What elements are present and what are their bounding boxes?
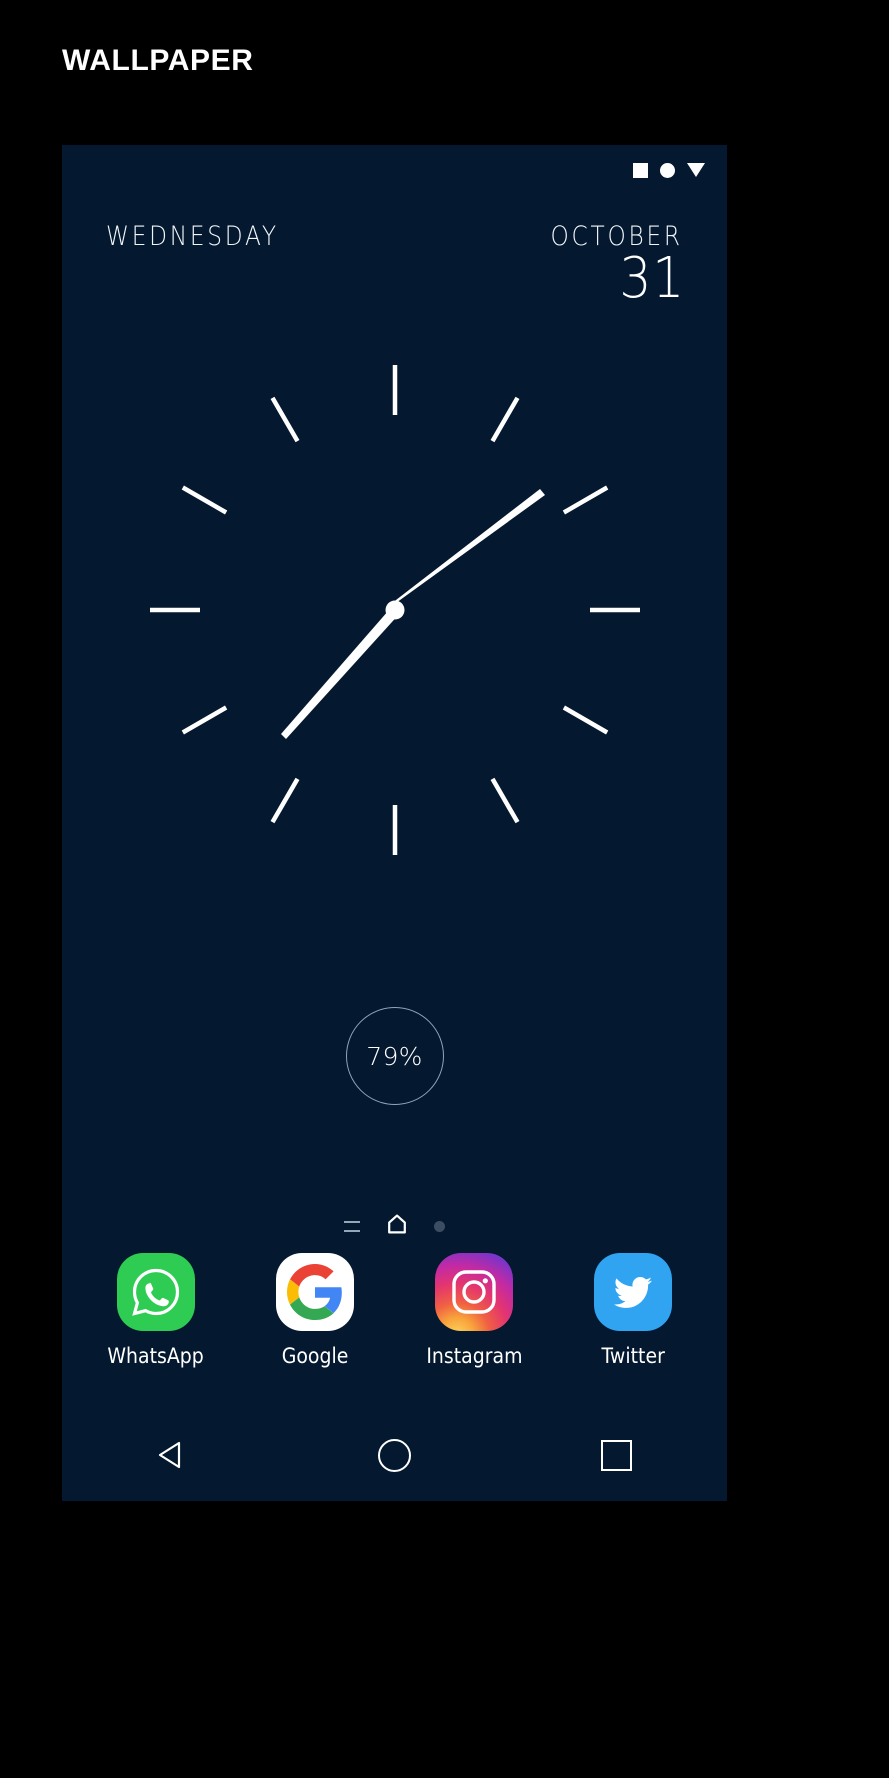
recents-button[interactable] (570, 1425, 662, 1485)
day-number: 31 (619, 246, 685, 311)
home-icon[interactable] (386, 1213, 408, 1240)
status-bar (633, 159, 705, 181)
lines-icon[interactable] (344, 1221, 360, 1232)
minute-hand (388, 489, 545, 608)
dock-app-twitter[interactable]: Twitter (569, 1253, 697, 1368)
clock-tick (270, 777, 299, 824)
page-title: WALLPAPER (62, 44, 254, 77)
dock: WhatsApp Google Instagram Twitter (62, 1253, 727, 1368)
phone-screen-preview: WEDNESDAY OCTOBER 31 79% WhatsApp Google… (62, 145, 727, 1501)
twitter-icon[interactable] (594, 1253, 673, 1331)
circle-icon (377, 1438, 411, 1472)
clock-tick (490, 396, 519, 443)
whatsapp-icon[interactable] (116, 1253, 195, 1331)
analog-clock-widget[interactable] (135, 350, 655, 870)
weekday-label: WEDNESDAY (106, 221, 279, 252)
dock-app-instagram[interactable]: Instagram (410, 1253, 538, 1368)
date-widget[interactable]: WEDNESDAY OCTOBER 31 (62, 213, 727, 343)
instagram-icon[interactable] (435, 1253, 514, 1331)
battery-percent-widget[interactable]: 79% (345, 1007, 444, 1105)
clock-tick (270, 396, 299, 443)
dock-app-whatsapp[interactable]: WhatsApp (92, 1253, 220, 1368)
square-icon (633, 162, 648, 178)
android-nav-bar (62, 1409, 727, 1501)
battery-percent-label: 79% (366, 1041, 423, 1071)
back-button[interactable] (127, 1425, 219, 1485)
circle-icon (660, 162, 675, 178)
triangle-down-icon (687, 163, 705, 177)
clock-tick (490, 777, 519, 824)
google-icon[interactable] (275, 1253, 354, 1331)
dock-app-label: WhatsApp (107, 1344, 204, 1368)
clock-tick (562, 485, 608, 515)
clock-tick (181, 705, 227, 735)
dock-app-label: Instagram (426, 1344, 523, 1368)
clock-tick (562, 705, 608, 735)
dock-app-google[interactable]: Google (251, 1253, 379, 1368)
clock-center-hub (385, 600, 404, 620)
hour-hand (280, 603, 401, 739)
square-icon (600, 1439, 632, 1471)
dot-icon[interactable] (434, 1221, 445, 1232)
triangle-left-icon (158, 1441, 180, 1469)
home-button[interactable] (348, 1425, 440, 1485)
analog-clock-icon (149, 365, 640, 855)
page-indicators (62, 1213, 727, 1240)
clock-tick (181, 485, 227, 515)
dock-app-label: Google (281, 1344, 349, 1368)
dock-app-label: Twitter (601, 1344, 666, 1368)
